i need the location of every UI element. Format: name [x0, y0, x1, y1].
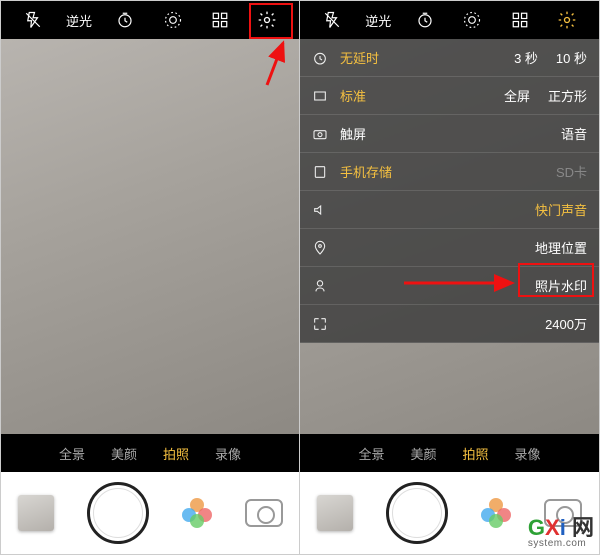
resolution-icon: [308, 316, 332, 332]
camera-icon: [308, 126, 332, 142]
timer-option-10s[interactable]: 10 秒: [556, 48, 587, 67]
site-watermark: GXi 网 system.com: [528, 517, 594, 549]
aspect-option-standard[interactable]: 标准: [340, 86, 366, 105]
shutter-button[interactable]: [386, 482, 448, 544]
mode-bar: 全景 美颜 拍照 录像: [300, 434, 599, 472]
mode-photo[interactable]: 拍照: [163, 444, 189, 463]
aspect-icon: [308, 88, 332, 104]
watermark-icon: [308, 278, 332, 294]
camera-viewport: [1, 39, 299, 434]
gallery-thumbnail[interactable]: [18, 495, 54, 531]
mode-video[interactable]: 录像: [215, 444, 241, 463]
mode-bar: 全景 美颜 拍照 录像: [1, 434, 299, 472]
timer-option-none[interactable]: 无延时: [340, 48, 379, 67]
mode-photo[interactable]: 拍照: [463, 444, 489, 463]
flash-off-icon[interactable]: [318, 6, 346, 34]
watermark-label: 照片水印: [332, 276, 587, 295]
settings-row-shutter-sound[interactable]: 快门声音: [300, 191, 599, 229]
settings-gear-icon[interactable]: [553, 6, 581, 34]
shutter-button[interactable]: [87, 482, 149, 544]
mode-video[interactable]: 录像: [515, 444, 541, 463]
mode-panorama[interactable]: 全景: [59, 444, 85, 463]
wm-subdomain: system.com: [528, 539, 594, 549]
timer-icon: [308, 50, 332, 66]
settings-row-touch[interactable]: 触屏 语音: [300, 115, 599, 153]
backlight-toggle[interactable]: 逆光: [66, 11, 92, 30]
live-photo-icon[interactable]: [458, 6, 486, 34]
left-screenshot: 逆光 全景 美颜 拍照 录像: [0, 0, 300, 555]
live-photo-icon[interactable]: [159, 6, 187, 34]
backlight-toggle[interactable]: 逆光: [365, 11, 391, 30]
settings-panel: 无延时 3 秒 10 秒 标准 全屏 正方形 触屏 语音 手机存储: [300, 39, 599, 343]
shutter-sound-label: 快门声音: [332, 200, 587, 219]
sound-icon: [308, 202, 332, 218]
right-screenshot: 逆光 无延时 3 秒 10 秒 标准 全屏 正方形: [300, 0, 600, 555]
switch-camera-button[interactable]: [245, 499, 283, 527]
camera-top-bar: 逆光: [300, 1, 599, 39]
settings-row-watermark[interactable]: 照片水印: [300, 267, 599, 305]
settings-row-resolution[interactable]: 2400万: [300, 305, 599, 343]
aspect-grid-icon[interactable]: [206, 6, 234, 34]
filters-button[interactable]: [481, 498, 511, 528]
bottom-bar: [1, 472, 299, 554]
wm-site-suffix: 网: [572, 515, 594, 540]
location-icon: [308, 240, 332, 256]
wm-letter-i: i: [560, 515, 566, 540]
settings-row-timer[interactable]: 无延时 3 秒 10 秒: [300, 39, 599, 77]
aspect-option-full[interactable]: 全屏: [504, 86, 530, 105]
touch-option-voice[interactable]: 语音: [561, 124, 587, 143]
settings-gear-icon[interactable]: [253, 6, 281, 34]
mode-panorama[interactable]: 全景: [358, 444, 384, 463]
filters-button[interactable]: [182, 498, 212, 528]
aspect-option-square[interactable]: 正方形: [548, 86, 587, 105]
timer-option-3s[interactable]: 3 秒: [514, 48, 538, 67]
mode-beauty[interactable]: 美颜: [410, 444, 436, 463]
aspect-grid-icon[interactable]: [506, 6, 534, 34]
wm-letter-g: G: [528, 515, 545, 540]
settings-row-storage[interactable]: 手机存储 SD卡: [300, 153, 599, 191]
camera-top-bar: 逆光: [1, 1, 299, 39]
timer-icon[interactable]: [111, 6, 139, 34]
gallery-thumbnail[interactable]: [317, 495, 353, 531]
storage-option-phone[interactable]: 手机存储: [340, 162, 392, 181]
storage-option-sd[interactable]: SD卡: [556, 162, 587, 181]
storage-icon: [308, 164, 332, 180]
settings-row-location[interactable]: 地理位置: [300, 229, 599, 267]
resolution-label: 2400万: [332, 314, 587, 333]
mode-beauty[interactable]: 美颜: [111, 444, 137, 463]
settings-row-aspect[interactable]: 标准 全屏 正方形: [300, 77, 599, 115]
wm-letter-x: X: [545, 515, 560, 540]
location-label: 地理位置: [332, 238, 587, 257]
touch-option-touch[interactable]: 触屏: [340, 124, 366, 143]
flash-off-icon[interactable]: [19, 6, 47, 34]
timer-icon[interactable]: [411, 6, 439, 34]
